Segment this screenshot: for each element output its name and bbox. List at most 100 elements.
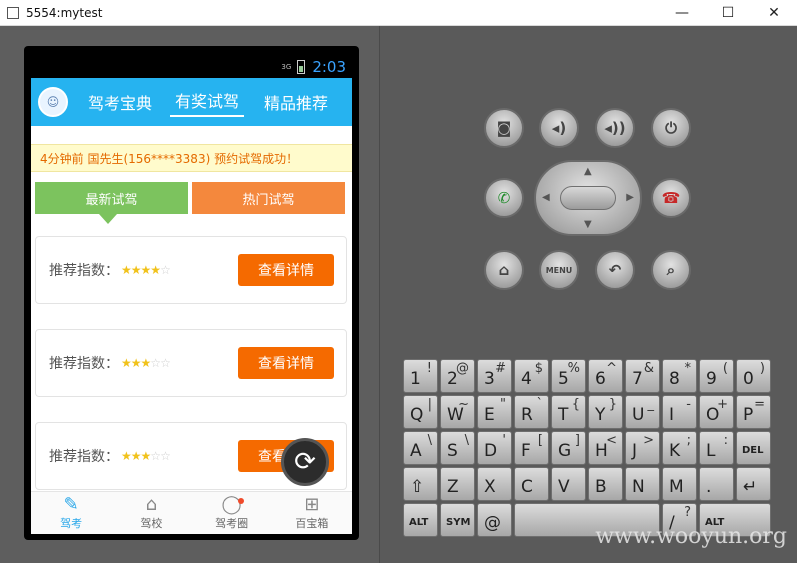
rating-stars: ★★★★☆ [121,263,171,277]
rating-label: 推荐指数： [49,263,119,279]
bottom-nav-toolbox[interactable]: ⊞ 百宝箱 [272,492,352,534]
key[interactable]: B [588,467,623,501]
bottom-nav-label: 百宝箱 [295,517,329,530]
dpad-left-icon[interactable]: ◀ [542,192,550,203]
star-filled-icon: ★ [140,449,152,463]
phone-frame: 3G 2:03 ☺ 驾考宝典 有奖试驾 精品推荐 4分钟前 国先生(156***… [24,46,359,540]
key[interactable]: O + [699,395,734,429]
delete-key[interactable]: DEL [736,431,771,465]
key[interactable]: G] [551,431,586,465]
minimize-button[interactable]: — [659,0,705,26]
status-bar: 3G 2:03 [31,55,352,78]
key[interactable]: R ` [514,395,549,429]
key[interactable]: @ [477,503,512,537]
app-icon [7,6,19,19]
bottom-nav: ✎ 驾考 ⌂ 驾校 ◯ 驾考圈 ⊞ 百宝箱 [31,491,352,534]
key[interactable]: . [699,467,734,501]
key[interactable]: 7 & [625,359,660,393]
home-icon[interactable]: ⌂ [484,250,524,290]
segment-control: 最新试驾 热门试驾 [31,182,352,224]
phone-screen[interactable]: 3G 2:03 ☺ 驾考宝典 有奖试驾 精品推荐 4分钟前 国先生(156***… [31,55,352,534]
key[interactable]: 1! [403,359,438,393]
maximize-button[interactable]: ☐ [705,0,751,26]
camera-icon[interactable]: ◙ [484,108,524,148]
key[interactable]: V [551,467,586,501]
bottom-nav-label: 驾考圈 [215,517,249,530]
call-icon[interactable]: ✆ [484,178,524,218]
back-icon[interactable]: ↶ [595,250,635,290]
key[interactable]: 6 ^ [588,359,623,393]
refresh-icon[interactable]: ⟳ [281,438,329,486]
key[interactable]: J > [625,431,660,465]
keyboard-row: Q | W ~ E " R ` T{ Y} U _ I- O + P = [403,395,776,429]
bottom-nav-community[interactable]: ◯ 驾考圈 [192,492,272,534]
key[interactable]: S \ [440,431,475,465]
house-icon: ⌂ [145,494,158,515]
tab-test-drive[interactable]: 有奖试驾 [170,88,245,117]
view-details-button[interactable]: 查看详情 [238,254,334,286]
key[interactable]: Z [440,467,475,501]
avatar[interactable]: ☺ [38,87,68,117]
power-icon[interactable]: ⏻ [651,108,691,148]
dpad-right-icon[interactable]: ▶ [626,192,634,203]
tab-recommended[interactable]: 精品推荐 [264,90,328,114]
star-filled-icon: ★ [140,263,152,277]
top-nav: ☺ 驾考宝典 有奖试驾 精品推荐 [31,78,352,126]
key[interactable]: A \ [403,431,438,465]
key[interactable]: I- [662,395,697,429]
dpad[interactable]: ▲ ▼ ◀ ▶ [534,160,642,236]
key[interactable]: D ' [477,431,512,465]
volume-down-icon[interactable]: ◂) [539,108,579,148]
segment-latest[interactable]: 最新试驾 [35,182,188,214]
dpad-center-button[interactable] [560,186,616,210]
key[interactable]: U _ [625,395,660,429]
emulator-controls: ◙ ◂) ◂)) ⏻ ✆ ▲ ▼ ◀ ▶ ☎ ⌂ MENU ↶ ⌕ 1! 2 @ … [381,26,797,563]
key[interactable]: 0) [736,359,771,393]
key[interactable]: L: [699,431,734,465]
menu-button[interactable]: MENU [539,250,579,290]
key[interactable]: F[ [514,431,549,465]
close-button[interactable]: ✕ [751,0,797,26]
rating-stars: ★★★☆☆ [121,449,171,463]
end-call-icon[interactable]: ☎ [651,178,691,218]
key[interactable]: 8 * [662,359,697,393]
key[interactable]: P = [736,395,771,429]
key[interactable]: 4 $ [514,359,549,393]
status-time: 2:03 [312,57,346,76]
sym-key[interactable]: SYM [440,503,475,537]
key[interactable]: N [625,467,660,501]
list-item: 推荐指数： ★★★☆☆ 查看详情 [35,329,347,397]
search-icon[interactable]: ⌕ [651,250,691,290]
volume-up-icon[interactable]: ◂)) [595,108,635,148]
key[interactable]: M [662,467,697,501]
key[interactable]: 5% [551,359,586,393]
gift-icon: ⊞ [304,494,320,515]
keyboard-row: A \ S \ D ' F[ G] H < J > K; L: DEL [403,431,776,465]
key[interactable]: H < [588,431,623,465]
shift-key[interactable]: ⇧ [403,467,438,501]
key[interactable]: K; [662,431,697,465]
key[interactable]: Q | [403,395,438,429]
segment-indicator-arrow [99,214,117,224]
key[interactable]: 2 @ [440,359,475,393]
segment-popular[interactable]: 热门试驾 [192,182,345,214]
key[interactable]: C [514,467,549,501]
star-empty-icon: ☆ [150,356,161,370]
key[interactable]: 3 # [477,359,512,393]
key[interactable]: 9( [699,359,734,393]
dpad-up-icon[interactable]: ▲ [584,166,592,177]
dpad-down-icon[interactable]: ▼ [584,219,592,230]
key[interactable]: Y} [588,395,623,429]
star-filled-icon: ★ [121,449,132,463]
bottom-nav-driving-test[interactable]: ✎ 驾考 [31,492,111,534]
enter-key[interactable]: ↵ [736,467,771,501]
key[interactable]: W ~ [440,395,475,429]
key[interactable]: T{ [551,395,586,429]
bottom-nav-driving-school[interactable]: ⌂ 驾校 [111,492,191,534]
view-details-button[interactable]: 查看详情 [238,347,334,379]
key[interactable]: X [477,467,512,501]
key[interactable]: E " [477,395,512,429]
window-titlebar: 5554:mytest — ☐ ✕ [0,0,797,26]
alt-key[interactable]: ALT [403,503,438,537]
tab-driving-guide[interactable]: 驾考宝典 [88,90,152,114]
